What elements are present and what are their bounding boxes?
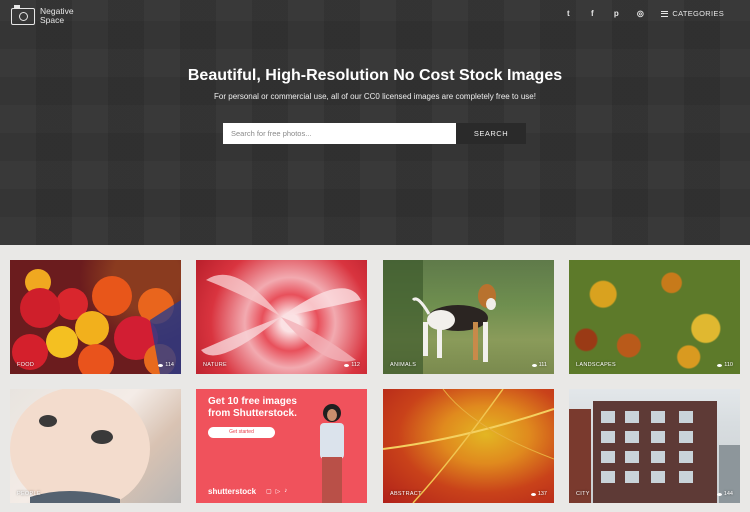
people-photo xyxy=(10,389,150,503)
category-card-abstract[interactable]: ABSTRACT 137 xyxy=(383,389,554,503)
view-count: 114 xyxy=(158,362,174,368)
promo-photo xyxy=(320,404,344,503)
categories-label: CATEGORIES xyxy=(672,9,724,18)
camera-logo-icon xyxy=(11,4,35,25)
camera-icon: ▢ xyxy=(266,489,272,495)
hero-banner: Negative Space t f p ◎ CATEGORIES Beauti… xyxy=(0,0,750,245)
pinterest-icon[interactable]: p xyxy=(611,9,621,18)
category-card-city[interactable]: CITY 144 xyxy=(569,389,740,503)
twitter-icon[interactable]: t xyxy=(563,9,573,18)
eye-icon xyxy=(344,363,350,367)
city-photo xyxy=(569,401,740,503)
category-card-landscapes[interactable]: LANDSCAPES 110 xyxy=(569,260,740,374)
media-type-icons: ▢ ▷ ♪ xyxy=(266,488,287,495)
card-label: CITY xyxy=(576,491,590,497)
facebook-icon[interactable]: f xyxy=(587,9,597,18)
logo-text: Negative Space xyxy=(40,6,74,25)
card-label: NATURE xyxy=(203,362,228,368)
hero-subtitle: For personal or commercial use, all of o… xyxy=(214,92,536,101)
site-logo[interactable]: Negative Space xyxy=(11,4,74,25)
card-label: ANIMALS xyxy=(390,362,417,368)
category-card-animals[interactable]: ANIMALS 111 xyxy=(383,260,554,374)
abstract-photo xyxy=(383,389,554,503)
shutterstock-promo-card[interactable]: Get 10 free images from Shutterstock. Ge… xyxy=(196,389,367,503)
food-photo xyxy=(12,269,181,374)
instagram-icon[interactable]: ◎ xyxy=(635,9,645,18)
card-label: ABSTRACT xyxy=(390,491,422,497)
view-count: 137 xyxy=(530,491,547,497)
card-label: FOOD xyxy=(17,362,35,368)
top-navigation: t f p ◎ CATEGORIES xyxy=(563,9,724,18)
eye-icon xyxy=(716,492,722,496)
category-card-food[interactable]: FOOD 114 xyxy=(10,260,181,374)
eye-icon xyxy=(531,363,537,367)
card-label: PEOPLE xyxy=(17,491,41,497)
search-button[interactable]: SEARCH xyxy=(456,123,526,144)
category-card-nature[interactable]: NATURE 112 xyxy=(196,260,367,374)
card-label: LANDSCAPES xyxy=(576,362,616,368)
search-bar: SEARCH xyxy=(223,123,526,144)
view-count: 112 xyxy=(344,362,360,368)
animals-photo xyxy=(383,260,496,374)
category-card-people[interactable]: PEOPLE xyxy=(10,389,181,503)
view-count: 110 xyxy=(717,362,733,368)
view-count: 144 xyxy=(716,491,733,497)
eye-icon xyxy=(530,492,536,496)
eye-icon xyxy=(717,363,723,367)
categories-menu-button[interactable]: CATEGORIES xyxy=(661,9,724,18)
shutterstock-logo: shutterstock xyxy=(208,487,257,496)
eye-icon xyxy=(158,363,164,367)
nature-photo xyxy=(201,274,361,362)
hero-title: Beautiful, High-Resolution No Cost Stock… xyxy=(187,67,563,84)
search-input[interactable] xyxy=(223,123,456,144)
view-count: 111 xyxy=(531,362,547,368)
music-icon: ♪ xyxy=(284,488,288,494)
menu-icon xyxy=(661,10,669,17)
video-icon: ▷ xyxy=(275,489,281,495)
